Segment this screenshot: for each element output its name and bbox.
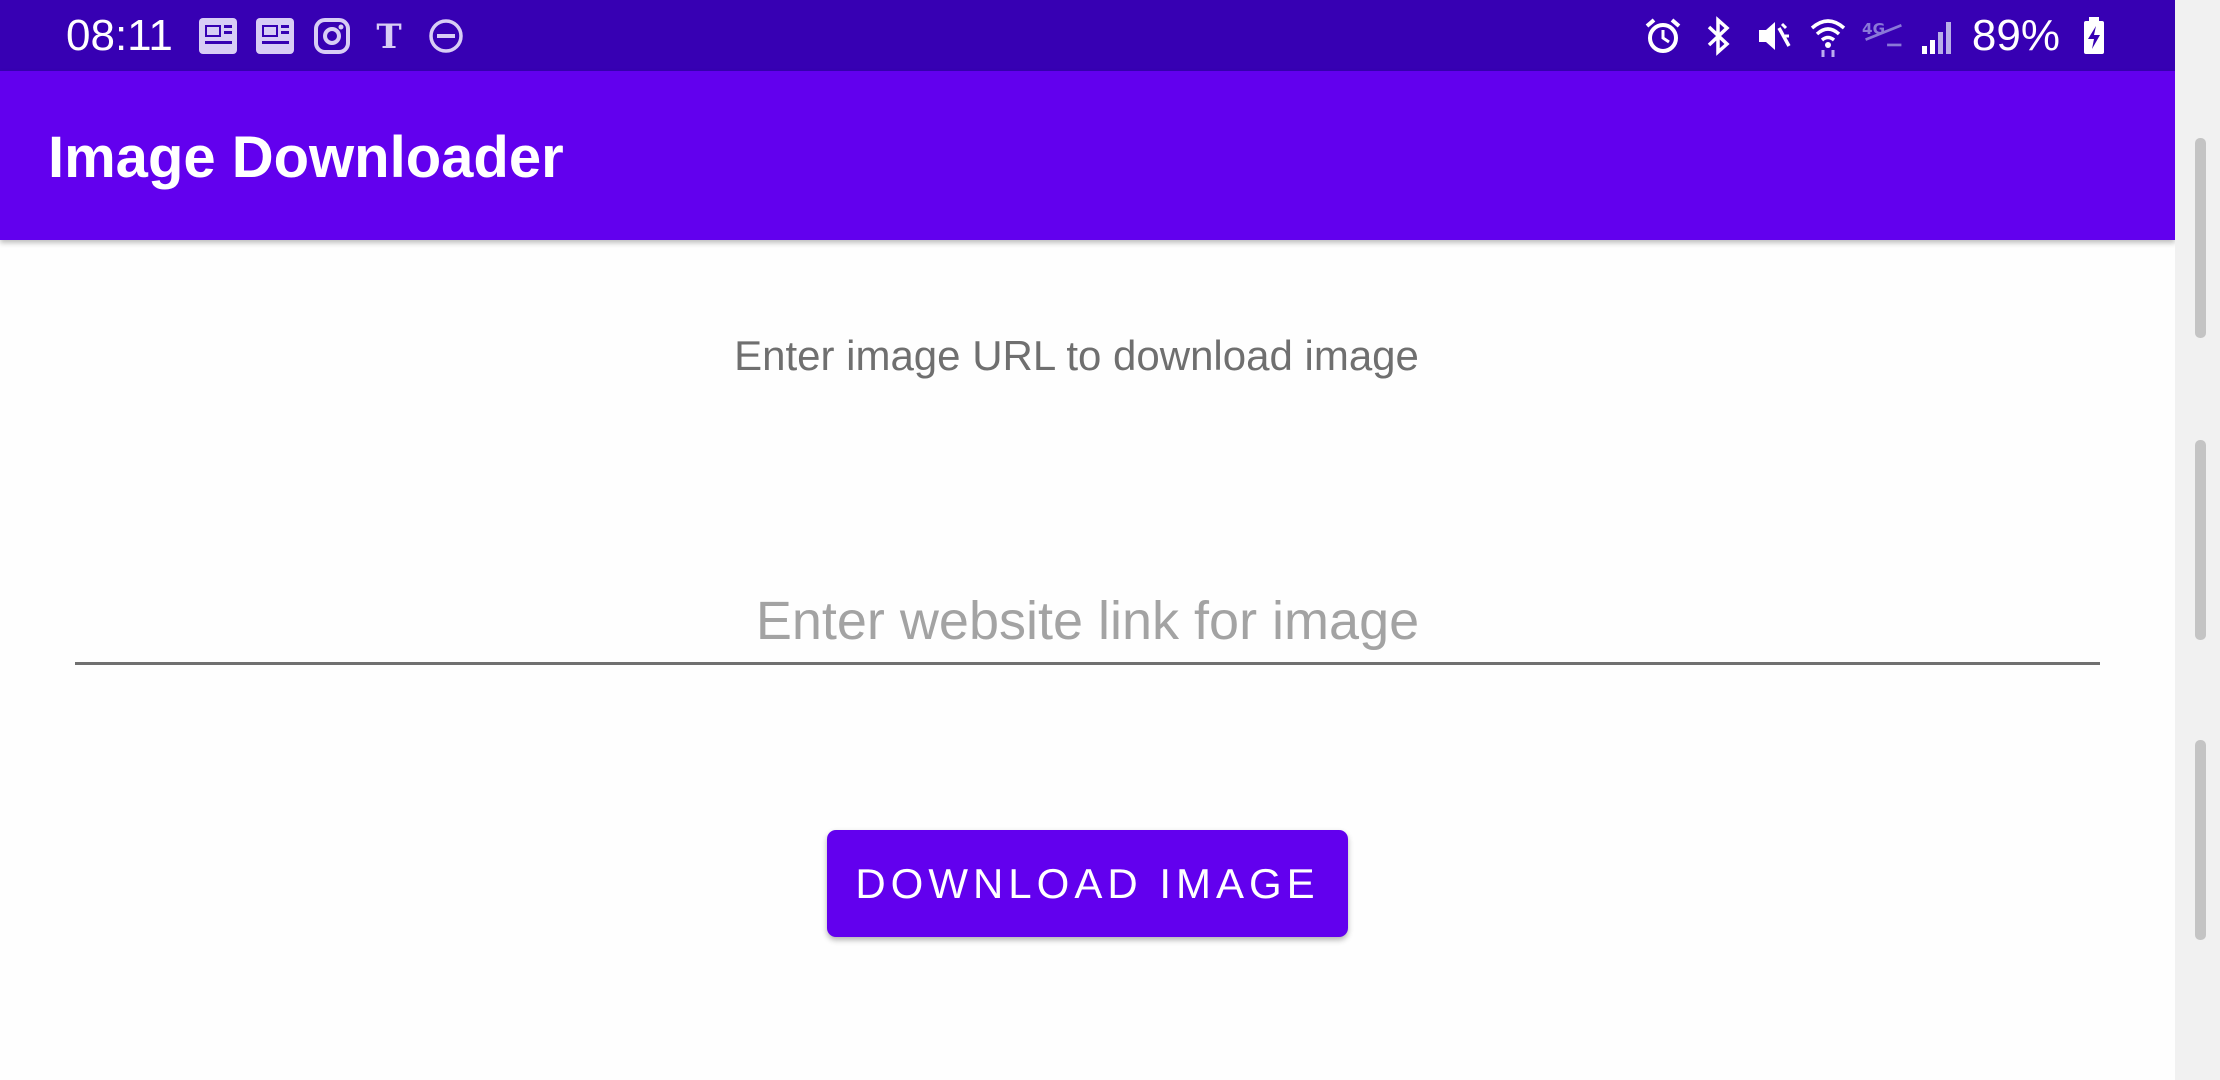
battery-charging-icon [2072, 15, 2115, 58]
bluetooth-icon [1697, 15, 1740, 58]
signal-icon [1917, 15, 1960, 58]
nyt-icon: T [367, 14, 410, 57]
app-title: Image Downloader [48, 125, 564, 190]
battery-percentage: 89% [1971, 11, 2060, 60]
vibrate-mute-icon [1752, 15, 1795, 58]
screen: 08:11 T 4G 89% Image Downloader Enter im… [0, 0, 2220, 1080]
download-image-button[interactable]: DOWNLOAD IMAGE [827, 830, 1348, 937]
status-time: 08:11 [66, 11, 173, 60]
status-left-icons: T [196, 14, 467, 57]
do-not-disturb-icon [424, 14, 467, 57]
status-bar: 08:11 T 4G 89% [0, 0, 2175, 71]
lte-icon: 4G [1862, 15, 1905, 58]
status-right-icons: 4G 89% [1642, 8, 2115, 64]
instruction-text: Enter image URL to download image [734, 332, 1419, 379]
instagram-icon [310, 14, 353, 57]
news-icon [253, 14, 296, 57]
svg-text:T: T [376, 17, 401, 56]
alarm-icon [1642, 15, 1685, 58]
scrollbar-segment[interactable] [2195, 440, 2206, 640]
image-url-input[interactable] [75, 580, 2100, 665]
scrollbar-segment[interactable] [2195, 740, 2206, 940]
wifi-icon [1807, 15, 1850, 58]
app-bar: Image Downloader [0, 71, 2175, 240]
news-icon [196, 14, 239, 57]
scrollbar-segment[interactable] [2195, 138, 2206, 338]
